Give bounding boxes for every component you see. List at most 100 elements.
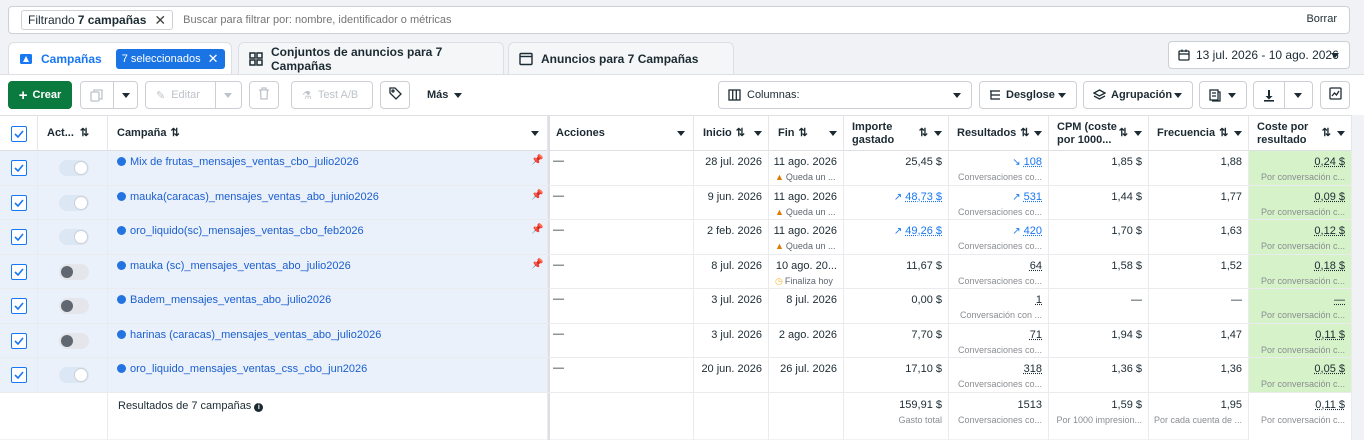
sort-icon[interactable]: ⇅ xyxy=(1020,127,1029,140)
pin-icon[interactable]: 📌 xyxy=(531,190,543,201)
cost-per-result-value[interactable]: 0,09 $ xyxy=(1314,191,1345,203)
results-value[interactable]: 71 xyxy=(1030,329,1042,341)
chevron-down-icon[interactable] xyxy=(224,93,232,98)
chevron-down-icon[interactable] xyxy=(1134,131,1142,136)
totals-cost-per-result[interactable]: 0,11 $ xyxy=(1315,399,1345,411)
breakdown-dropdown[interactable]: Desglose xyxy=(979,81,1077,109)
table-row[interactable]: Mix de frutas_mensajes_ventas_cbo_julio2… xyxy=(0,151,1352,186)
table-row[interactable]: mauka (sc)_mensajes_ventas_abo_julio2026… xyxy=(0,255,1352,290)
duplicate-button[interactable] xyxy=(80,81,138,109)
cost-per-result-value[interactable]: 0,05 $ xyxy=(1314,363,1345,375)
chevron-down-icon[interactable] xyxy=(677,131,685,136)
close-icon[interactable]: ✕ xyxy=(208,51,219,67)
charts-button[interactable] xyxy=(1320,81,1350,109)
campaign-toggle[interactable] xyxy=(59,264,89,280)
sort-icon[interactable]: ⇅ xyxy=(736,127,745,140)
row-checkbox[interactable] xyxy=(11,264,27,280)
campaign-toggle[interactable] xyxy=(59,333,89,349)
clear-button[interactable]: Borrar xyxy=(1306,13,1337,25)
row-checkbox[interactable] xyxy=(11,160,27,176)
ab-test-button[interactable]: ⚗ Test A/B xyxy=(291,81,373,109)
chevron-down-icon[interactable] xyxy=(1294,93,1302,98)
edit-button[interactable]: ✎ Editar xyxy=(145,81,242,109)
results-value[interactable]: ↗ 531 xyxy=(1012,191,1042,203)
table-row[interactable]: mauka(caracas)_mensajes_ventas_abo_junio… xyxy=(0,186,1352,221)
column-header-frequency[interactable]: Frecuencia ⇅ xyxy=(1149,116,1249,151)
column-header-cost-per-result[interactable]: Coste por resultado ⇅ xyxy=(1249,116,1352,151)
column-header-cpm[interactable]: CPM (coste por 1000... ⇅ xyxy=(1049,116,1149,151)
cost-per-result-value[interactable]: — xyxy=(1334,294,1345,306)
cost-per-result-value[interactable]: 0,24 $ xyxy=(1314,156,1345,168)
sort-icon[interactable]: ⇅ xyxy=(799,127,808,140)
results-value[interactable]: 318 xyxy=(1024,363,1042,375)
table-row[interactable]: harinas (caracas)_mensajes_ventas_abo_ju… xyxy=(0,324,1352,359)
select-all-checkbox[interactable] xyxy=(11,126,27,142)
campaign-toggle[interactable] xyxy=(59,298,89,314)
campaign-name-link[interactable]: mauka (sc)_mensajes_ventas_abo_julio2026 xyxy=(117,260,351,272)
sort-icon[interactable]: ⇅ xyxy=(1219,127,1228,140)
filter-chip[interactable]: Filtrando 7 campañas ✕ xyxy=(21,10,173,30)
row-checkbox[interactable] xyxy=(11,333,27,349)
results-value[interactable]: ↘ 108 xyxy=(1012,156,1042,168)
table-row[interactable]: oro_liquido_mensajes_ventas_css_cbo_jun2… xyxy=(0,358,1352,393)
tab-ads[interactable]: Anuncios para 7 Campañas xyxy=(508,42,734,74)
chevron-down-icon[interactable] xyxy=(934,131,942,136)
column-header-actions[interactable]: Acciones xyxy=(548,116,694,151)
row-checkbox[interactable] xyxy=(11,229,27,245)
pin-icon[interactable]: 📌 xyxy=(531,259,543,270)
sort-icon[interactable]: ⇅ xyxy=(919,127,928,140)
column-header-activation[interactable]: Act... ⇅ xyxy=(38,116,108,151)
more-button[interactable]: Más xyxy=(418,81,468,109)
chevron-down-icon[interactable] xyxy=(1034,131,1042,136)
tab-campaigns[interactable]: Campañas 7 seleccionados ✕ xyxy=(8,42,232,74)
campaign-name-link[interactable]: mauka(caracas)_mensajes_ventas_abo_junio… xyxy=(117,191,379,203)
sort-icon[interactable]: ⇅ xyxy=(80,127,89,140)
column-header-start[interactable]: Inicio ⇅ xyxy=(694,116,769,151)
sort-icon[interactable]: ⇅ xyxy=(1119,127,1128,140)
cost-per-result-value[interactable]: 0,11 $ xyxy=(1315,329,1345,341)
selected-count-badge[interactable]: 7 seleccionados ✕ xyxy=(116,49,225,69)
search-input[interactable] xyxy=(183,14,883,26)
pin-icon[interactable]: 📌 xyxy=(531,224,543,235)
campaign-name-link[interactable]: oro_liquido_mensajes_ventas_css_cbo_jun2… xyxy=(117,363,367,375)
campaign-toggle[interactable] xyxy=(59,160,89,176)
campaign-name-link[interactable]: oro_liquido(sc)_mensajes_ventas_cbo_feb2… xyxy=(117,225,364,237)
table-row[interactable]: oro_liquido(sc)_mensajes_ventas_cbo_feb2… xyxy=(0,220,1352,255)
column-header-results[interactable]: Resultados ⇅ xyxy=(949,116,1049,151)
sort-icon[interactable]: ⇅ xyxy=(1322,127,1331,140)
columns-dropdown[interactable]: Columnas: xyxy=(718,81,972,109)
grouping-dropdown[interactable]: Agrupación xyxy=(1083,81,1193,109)
close-icon[interactable]: ✕ xyxy=(154,12,166,29)
campaign-name-link[interactable]: harinas (caracas)_mensajes_ventas_abo_ju… xyxy=(117,329,381,341)
delete-button[interactable] xyxy=(249,81,279,109)
chevron-down-icon[interactable] xyxy=(1337,131,1345,136)
tab-adsets[interactable]: Conjuntos de anuncios para 7 Campañas xyxy=(238,42,504,74)
chevron-down-icon[interactable] xyxy=(1234,131,1242,136)
chevron-down-icon[interactable] xyxy=(531,131,539,136)
create-button[interactable]: + Crear xyxy=(8,81,72,109)
cost-per-result-value[interactable]: 0,12 $ xyxy=(1314,225,1345,237)
row-checkbox[interactable] xyxy=(11,367,27,383)
chevron-down-icon[interactable] xyxy=(829,131,837,136)
campaign-toggle[interactable] xyxy=(59,195,89,211)
campaign-toggle[interactable] xyxy=(59,367,89,383)
export-button[interactable] xyxy=(1253,81,1313,109)
tag-button[interactable] xyxy=(380,81,410,109)
campaign-name-link[interactable]: Badem_mensajes_ventas_abo_julio2026 xyxy=(117,294,331,306)
sort-icon[interactable]: ⇅ xyxy=(171,127,180,140)
info-icon[interactable]: i xyxy=(254,403,263,412)
row-checkbox[interactable] xyxy=(11,298,27,314)
results-value[interactable]: 64 xyxy=(1030,260,1042,272)
column-header-campaign[interactable]: Campaña ⇅ xyxy=(108,116,548,151)
results-value[interactable]: 1 xyxy=(1036,294,1042,306)
campaign-toggle[interactable] xyxy=(59,229,89,245)
column-header-spent[interactable]: Importe gastado ⇅ xyxy=(844,116,949,151)
pin-icon[interactable]: 📌 xyxy=(531,155,543,166)
reports-dropdown[interactable] xyxy=(1199,81,1247,109)
row-checkbox[interactable] xyxy=(11,195,27,211)
campaign-name-link[interactable]: Mix de frutas_mensajes_ventas_cbo_julio2… xyxy=(117,156,359,168)
results-value[interactable]: ↗ 420 xyxy=(1012,225,1042,237)
table-row[interactable]: Badem_mensajes_ventas_abo_julio2026 — 3 … xyxy=(0,289,1352,324)
date-range-picker[interactable]: 13 jul. 2026 - 10 ago. 2026 xyxy=(1168,41,1350,69)
cost-per-result-value[interactable]: 0,18 $ xyxy=(1314,260,1345,272)
